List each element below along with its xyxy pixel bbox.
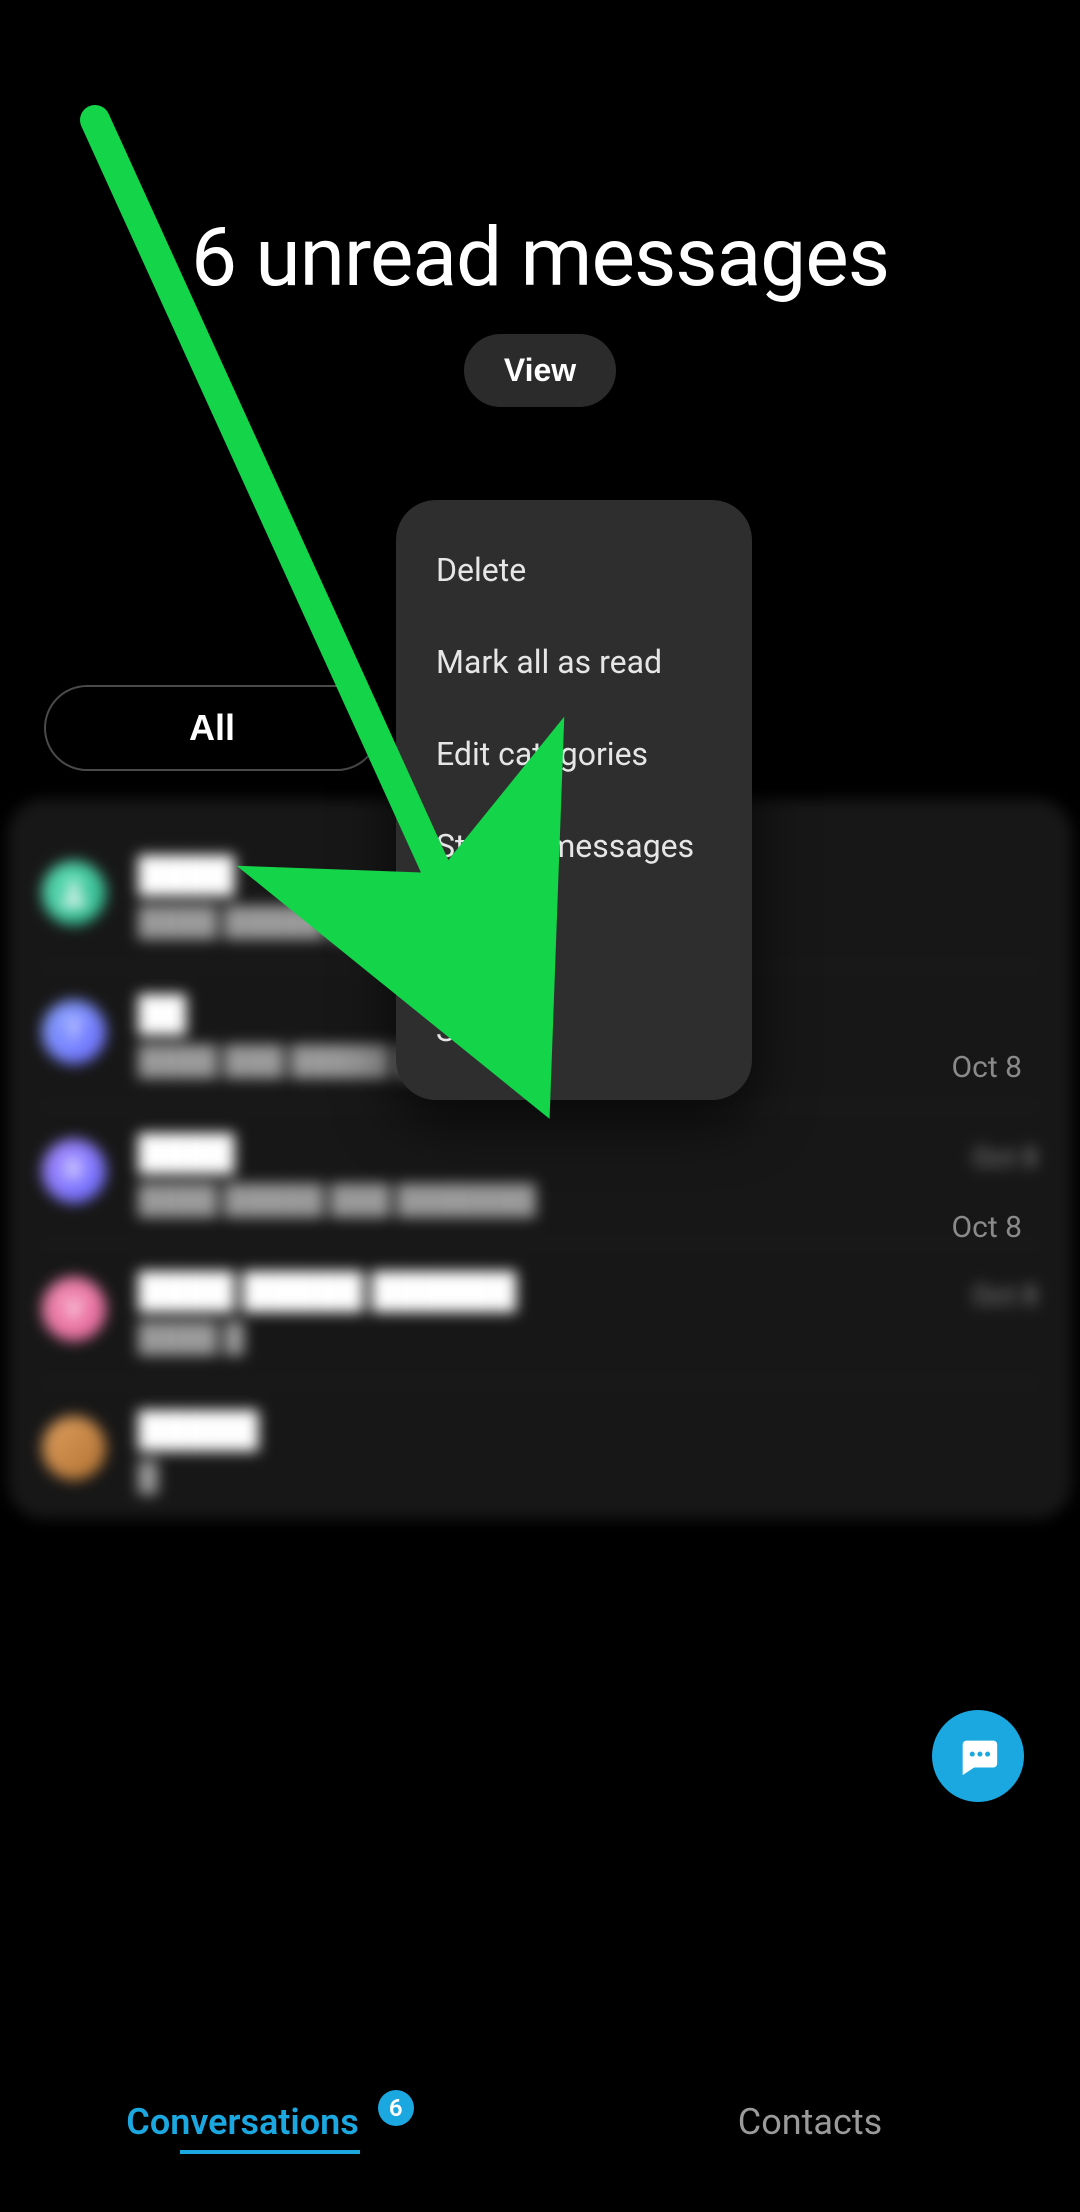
menu-item-mark-all-read[interactable]: Mark all as read (396, 616, 752, 708)
list-item[interactable]: █████ █ (42, 1384, 1038, 1519)
avatar: V (42, 1277, 106, 1341)
compose-button[interactable] (932, 1710, 1024, 1802)
tab-label: Conversations (126, 2101, 358, 2143)
conversation-preview: █ (138, 1458, 1006, 1496)
menu-item-delete[interactable]: Delete (396, 524, 752, 616)
overflow-menu: Delete Mark all as read Edit categories … (396, 500, 752, 1100)
conversation-preview: ████ █████ ███ ███████ (138, 1181, 940, 1219)
avatar (42, 861, 106, 925)
conversation-name: ████ █████ ██████ (138, 1271, 940, 1311)
tab-contacts[interactable]: Contacts (540, 2101, 1080, 2143)
chat-icon (955, 1733, 1001, 1779)
view-button[interactable]: View (464, 334, 616, 407)
conversation-date: Oct 8 (972, 1141, 1038, 1174)
list-item[interactable]: R ████ ████ █████ ███ ███████ Oct 8 (42, 1107, 1038, 1246)
person-icon (56, 875, 92, 911)
conversation-date: Oct 8 (972, 1279, 1038, 1312)
conversation-name: █████ (138, 1410, 1006, 1450)
bottom-tab-bar: Conversations 6 Contacts (0, 2062, 1080, 2212)
tab-conversations[interactable]: Conversations 6 (0, 2101, 540, 2144)
menu-item-trash[interactable]: Trash (396, 892, 752, 984)
menu-item-edit-categories[interactable]: Edit categories (396, 708, 752, 800)
tab-label: Contacts (738, 2101, 882, 2143)
filter-all[interactable]: All (44, 685, 380, 771)
conversation-preview: ████ █ (138, 1319, 940, 1357)
avatar: T (42, 1000, 106, 1064)
avatar (42, 1416, 106, 1480)
conversation-name: ████ (138, 1133, 940, 1173)
header: 6 unread messages View (0, 0, 1080, 407)
menu-item-settings[interactable]: Settings (396, 984, 752, 1076)
unread-count-title: 6 unread messages (0, 210, 1080, 306)
list-item[interactable]: V ████ █████ ██████ ████ █ Oct 8 (42, 1245, 1038, 1384)
menu-item-starred-messages[interactable]: Starred messages (396, 800, 752, 892)
unread-badge: 6 (378, 2090, 414, 2126)
avatar: R (42, 1139, 106, 1203)
